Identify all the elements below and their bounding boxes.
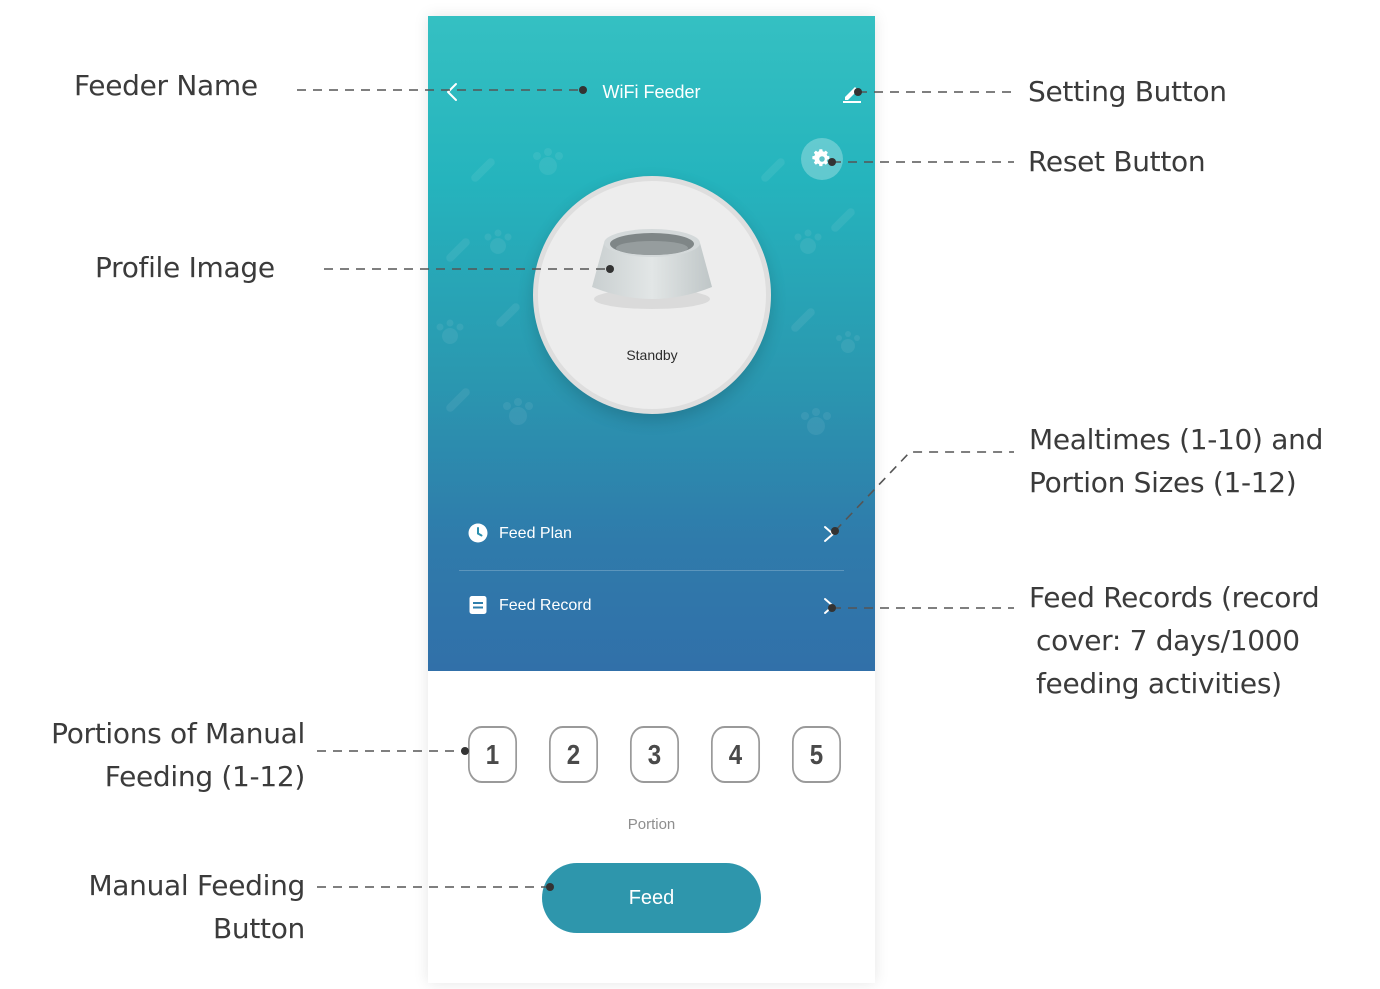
divider <box>459 570 844 571</box>
feed-record-row[interactable]: Feed Record <box>458 576 844 636</box>
feed-button[interactable]: Feed <box>542 863 761 933</box>
chevron-right-icon <box>824 598 834 614</box>
callout-manual-portions: Portions of Manual Feeding (1-12) <box>0 712 305 798</box>
callout-mealtimes: Mealtimes (1-10) and Portion Sizes (1-12… <box>1029 418 1323 504</box>
callout-reset-button: Reset Button <box>1028 145 1206 178</box>
setting-button[interactable] <box>840 80 864 104</box>
callout-line: Mealtimes (1-10) and <box>1029 423 1324 456</box>
status-text: Standby <box>626 347 678 363</box>
portion-button-2[interactable]: 2 <box>548 726 599 783</box>
callout-line: Manual Feeding <box>88 869 305 902</box>
feeder-name[interactable]: WiFi Feeder <box>428 80 875 104</box>
feed-plan-label: Feed Plan <box>499 525 572 542</box>
feed-record-label: Feed Record <box>499 597 592 614</box>
feed-plan-row[interactable]: Feed Plan <box>458 504 844 564</box>
callout-line: Portion Sizes (1-12) <box>1029 466 1297 499</box>
document-icon <box>469 596 487 614</box>
portion-button-5[interactable]: 5 <box>791 726 842 783</box>
portion-button-3[interactable]: 3 <box>629 726 680 783</box>
phone-screen: WiFi Feeder Standby Feed Plan Feed Recor… <box>428 16 875 983</box>
callout-feed-records: Feed Records (record cover: 7 days/1000 … <box>1029 576 1320 705</box>
portion-button-4[interactable]: 4 <box>710 726 761 783</box>
callout-line: Feed Records (record <box>1029 581 1320 614</box>
callout-profile-image: Profile Image <box>95 251 275 284</box>
reset-button[interactable] <box>801 138 843 180</box>
clock-icon <box>468 523 488 543</box>
callout-line: Button <box>213 912 305 945</box>
callout-manual-feed: Manual Feeding Button <box>0 864 305 950</box>
portion-button-1[interactable]: 1 <box>467 726 518 783</box>
chevron-right-icon <box>824 526 834 542</box>
portion-caption: Portion <box>627 816 676 833</box>
profile-image[interactable]: Standby <box>533 176 771 414</box>
callout-setting-button: Setting Button <box>1028 75 1227 108</box>
callout-line: Feeding (1-12) <box>104 760 306 793</box>
callout-feeder-name: Feeder Name <box>74 69 258 102</box>
header-area: WiFi Feeder Standby Feed Plan Feed Recor… <box>428 16 875 671</box>
callout-line: cover: 7 days/1000 <box>1036 624 1300 657</box>
portion-selector: 1 2 3 4 5 <box>428 726 875 786</box>
gear-icon <box>812 149 830 167</box>
callout-line: Portions of Manual <box>51 717 305 750</box>
food-bowl-image <box>592 229 712 309</box>
callout-line: feeding activities) <box>1036 667 1282 700</box>
